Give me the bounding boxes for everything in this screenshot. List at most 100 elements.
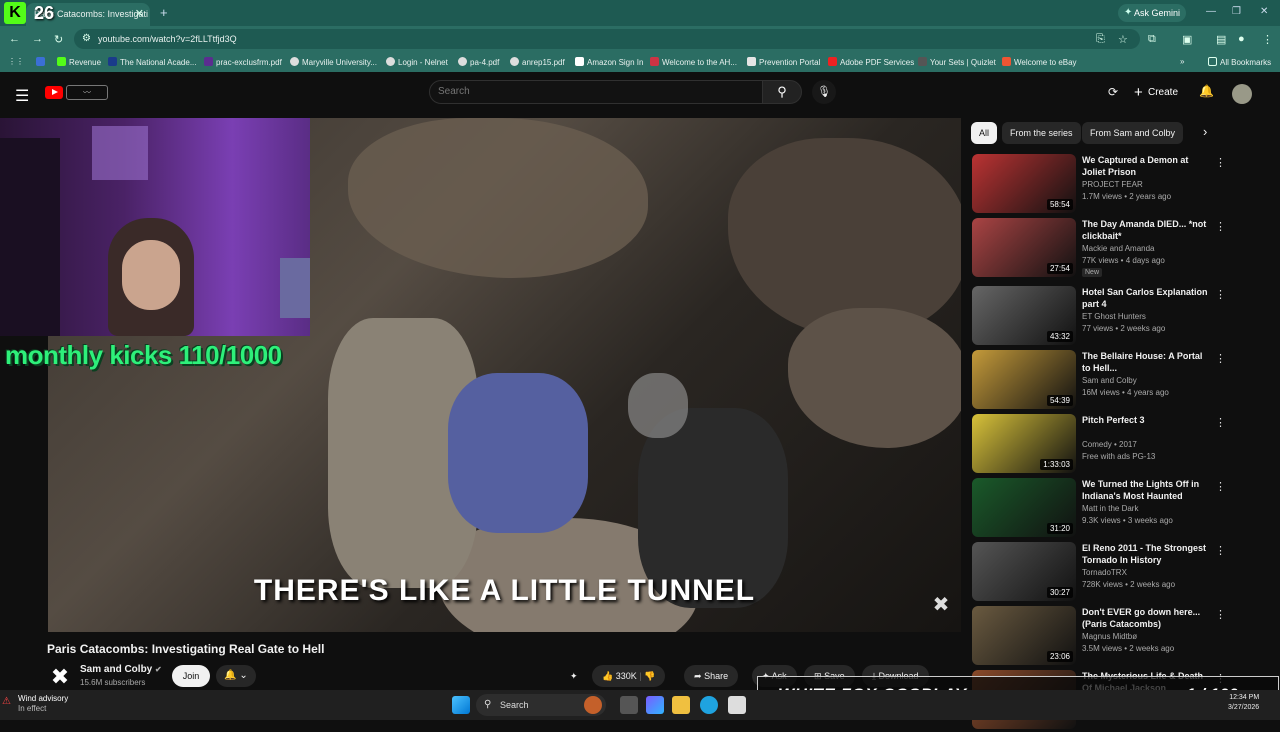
more-options-icon[interactable]: ⋮ bbox=[1215, 156, 1226, 169]
recommendation-channel[interactable]: PROJECT FEAR bbox=[1082, 180, 1143, 189]
chip-from-series[interactable]: From the series bbox=[1002, 122, 1081, 144]
close-window-icon[interactable]: ✕ bbox=[1260, 6, 1268, 17]
bookmark-item[interactable]: pa-4.pdf bbox=[458, 57, 499, 67]
chip-all[interactable]: All bbox=[971, 122, 998, 144]
task-view-icon[interactable] bbox=[620, 696, 638, 714]
like-button[interactable]: 👍 330K | 👎 bbox=[592, 665, 666, 687]
video-thumbnail[interactable]: 58:54 bbox=[972, 154, 1076, 213]
recommendation-title[interactable]: The Day Amanda DIED... *not clickbait* bbox=[1082, 218, 1212, 242]
recommendation-title[interactable]: The Bellaire House: A Portal to Hell... bbox=[1082, 350, 1212, 374]
recommendation-channel[interactable]: Comedy • 2017 bbox=[1082, 440, 1137, 449]
join-button[interactable]: Join bbox=[172, 665, 210, 687]
search-icon[interactable]: ⚲ bbox=[762, 80, 802, 104]
share-button[interactable]: ➦ Share bbox=[684, 665, 739, 687]
star-icon[interactable]: ☆ bbox=[1118, 33, 1128, 46]
close-overlay-icon[interactable]: ✖ bbox=[930, 594, 952, 616]
recommendation-channel[interactable]: Matt in the Dark bbox=[1082, 504, 1138, 513]
install-icon[interactable]: ⎘ bbox=[1096, 33, 1105, 46]
chevron-right-icon[interactable]: › bbox=[1203, 124, 1207, 139]
extension-icon[interactable]: ▤ bbox=[1216, 33, 1226, 46]
bookmark-item[interactable]: anrep15.pdf bbox=[510, 57, 565, 67]
recommendation-item[interactable]: 54:39 The Bellaire House: A Portal to Hel… bbox=[972, 350, 1272, 412]
all-bookmarks[interactable]: All Bookmarks bbox=[1208, 57, 1271, 67]
more-options-icon[interactable]: ⋮ bbox=[1215, 608, 1226, 621]
microphone-icon[interactable]: 🎙 bbox=[812, 80, 836, 104]
notifications-icon[interactable]: 🔔 bbox=[1199, 84, 1214, 98]
sidepanel-icon[interactable]: ▣ bbox=[1182, 33, 1192, 46]
bookmark-item[interactable]: Welcome to the AH... bbox=[650, 57, 737, 67]
profile-icon[interactable]: ● bbox=[1238, 33, 1245, 45]
recommendation-item[interactable]: 31:20 We Turned the Lights Off in Indiana… bbox=[972, 478, 1272, 540]
ask-gemini-button[interactable]: ✦ Ask Gemini bbox=[1118, 4, 1186, 22]
video-thumbnail[interactable]: 43:32 bbox=[972, 286, 1076, 345]
recommendation-item[interactable]: 30:27 El Reno 2011 - The Strongest Tornad… bbox=[972, 542, 1272, 604]
more-options-icon[interactable]: ⋮ bbox=[1215, 288, 1226, 301]
taskbar-widget-icon[interactable] bbox=[584, 696, 602, 714]
file-explorer-icon[interactable] bbox=[672, 696, 690, 714]
bookmark-item[interactable]: Login - Nelnet bbox=[386, 57, 448, 67]
menu-icon[interactable]: ⋮ bbox=[1262, 33, 1273, 46]
reload-icon[interactable]: ↻ bbox=[54, 33, 63, 46]
bookmark-item[interactable]: Revenue bbox=[57, 57, 101, 67]
windows-start-icon[interactable] bbox=[452, 696, 470, 714]
minimize-icon[interactable]: — bbox=[1206, 6, 1216, 17]
video-thumbnail[interactable]: 27:54 bbox=[972, 218, 1076, 277]
chip-from-sam-and-colby[interactable]: From Sam and Colby bbox=[1082, 122, 1184, 144]
channel-avatar-icon[interactable]: ✖ bbox=[47, 664, 73, 690]
more-options-icon[interactable]: ⋮ bbox=[1215, 480, 1226, 493]
video-thumbnail[interactable]: 23:06 bbox=[972, 606, 1076, 665]
store-icon[interactable] bbox=[728, 696, 746, 714]
bookmark-item[interactable]: prac-exclusfrm.pdf bbox=[204, 57, 282, 67]
recommendation-title[interactable]: El Reno 2011 - The Strongest Tornado In … bbox=[1082, 542, 1212, 566]
avatar[interactable] bbox=[1232, 84, 1252, 104]
youtube-doodle[interactable]: 〰 bbox=[66, 85, 108, 100]
youtube-logo-icon[interactable] bbox=[45, 86, 63, 99]
recommendation-channel[interactable]: Mackie and Amanda bbox=[1082, 244, 1155, 253]
recommendation-title[interactable]: Pitch Perfect 3 bbox=[1082, 414, 1212, 426]
recommendation-channel[interactable]: TornadoTRX bbox=[1082, 568, 1127, 577]
recommendation-item[interactable]: 23:06 Don't EVER go down here... (Paris C… bbox=[972, 606, 1272, 668]
bookmark-item[interactable]: The National Acade... bbox=[108, 57, 197, 67]
video-thumbnail[interactable]: 1:33:03 bbox=[972, 414, 1076, 473]
apps-icon[interactable]: ⋮⋮ bbox=[8, 57, 24, 66]
extensions-icon[interactable]: ⧉ bbox=[1148, 33, 1156, 46]
recommendation-title[interactable]: Don't EVER go down here... (Paris Cataco… bbox=[1082, 606, 1212, 630]
site-info-icon[interactable]: ⚙ bbox=[82, 33, 91, 44]
bookmark-item[interactable]: Your Sets | Quizlet bbox=[918, 57, 996, 67]
recommendation-title[interactable]: We Captured a Demon at Joliet Prison bbox=[1082, 154, 1212, 178]
copilot-icon[interactable] bbox=[646, 696, 664, 714]
bookmark-item[interactable]: Maryville University... bbox=[290, 57, 377, 67]
recommendation-channel[interactable]: Sam and Colby bbox=[1082, 376, 1137, 385]
bookmark-item[interactable]: Amazon Sign In bbox=[575, 57, 643, 67]
bookmark-item[interactable]: Adobe PDF Services bbox=[828, 57, 914, 67]
bookmarks-overflow-icon[interactable]: » bbox=[1180, 57, 1184, 66]
search-box[interactable] bbox=[429, 80, 763, 104]
subscription-bell-icon[interactable]: 🔔 ⌄ bbox=[216, 665, 256, 687]
forward-icon[interactable]: → bbox=[32, 33, 43, 45]
bookmark-item[interactable]: Prevention Portal bbox=[747, 57, 820, 67]
weather-widget[interactable]: Wind advisory In effect bbox=[14, 694, 68, 714]
back-icon[interactable]: ← bbox=[9, 33, 20, 45]
recommendation-title[interactable]: We Turned the Lights Off in Indiana's Mo… bbox=[1082, 478, 1212, 502]
channel-name[interactable]: Sam and Colby ✔ bbox=[80, 664, 162, 675]
edge-icon[interactable] bbox=[700, 696, 718, 714]
recommendation-item[interactable]: 1:33:03 Pitch Perfect 3 Comedy • 2017 Free … bbox=[972, 414, 1272, 476]
video-thumbnail[interactable]: 30:27 bbox=[972, 542, 1076, 601]
new-tab-icon[interactable]: + bbox=[160, 5, 168, 20]
recommendation-channel[interactable]: ET Ghost Hunters bbox=[1082, 312, 1146, 321]
recommendation-item[interactable]: 27:54 The Day Amanda DIED... *not clickba… bbox=[972, 218, 1272, 280]
search-input[interactable] bbox=[438, 86, 738, 97]
sparkle-icon[interactable]: ✦ bbox=[570, 665, 588, 687]
bookmark-ep[interactable] bbox=[36, 57, 48, 67]
recommendation-item[interactable]: 58:54 We Captured a Demon at Joliet Priso… bbox=[972, 154, 1272, 216]
system-clock[interactable]: 12:34 PM 3/27/2026 bbox=[1228, 693, 1259, 713]
tab-close-icon[interactable]: ✕ bbox=[135, 7, 144, 20]
more-options-icon[interactable]: ⋮ bbox=[1215, 220, 1226, 233]
bookmark-item[interactable]: Welcome to eBay bbox=[1002, 57, 1077, 67]
more-options-icon[interactable]: ⋮ bbox=[1215, 544, 1226, 557]
recommendation-item[interactable]: 43:32 Hotel San Carlos Explanation part 4… bbox=[972, 286, 1272, 348]
omnibox[interactable]: ⚙ youtube.com/watch?v=2fLLTtfjd3Q ⎘ ☆ bbox=[74, 29, 1140, 49]
recommendation-channel[interactable]: Magnus Midtbø bbox=[1082, 632, 1137, 641]
hamburger-menu-icon[interactable]: ☰ bbox=[15, 86, 29, 106]
video-thumbnail[interactable]: 31:20 bbox=[972, 478, 1076, 537]
